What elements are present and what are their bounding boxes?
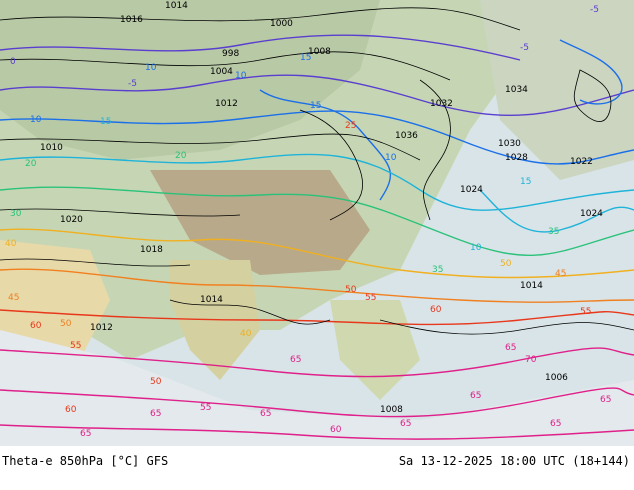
theta-label: 55: [365, 293, 376, 303]
theta-label: 0: [10, 57, 16, 67]
pressure-label: 1006: [545, 373, 568, 383]
theta-label: -5: [520, 43, 529, 53]
theta-label: 70: [525, 355, 537, 365]
theta-label: 15: [100, 117, 111, 127]
pressure-label: 1012: [215, 99, 238, 109]
pressure-label: 1008: [308, 47, 331, 57]
pressure-label: 1014: [165, 1, 188, 11]
map-title: Theta-e 850hPa [°C] GFS: [2, 454, 169, 468]
pressure-label: 1014: [520, 281, 543, 291]
pressure-label: 1014: [200, 295, 223, 305]
map-canvas: 1016 1014 1000 998 1004 1008 1012 1010 1…: [0, 0, 634, 446]
theta-label: 15: [310, 101, 321, 111]
pressure-label: 1028: [505, 153, 528, 163]
theta-label: 40: [5, 239, 17, 249]
pressure-label: 1004: [210, 67, 233, 77]
map-footer: Theta-e 850hPa [°C] GFS Sa 13-12-2025 18…: [0, 446, 634, 490]
pressure-label: 1010: [40, 143, 63, 153]
theta-label: 65: [290, 355, 301, 365]
theta-label: 50: [60, 319, 72, 329]
theta-label: 10: [145, 63, 157, 73]
theta-label: 20: [175, 151, 187, 161]
theta-label: 65: [470, 391, 481, 401]
pressure-label: 1030: [498, 139, 521, 149]
theta-label: 65: [550, 419, 561, 429]
theta-label: 55: [580, 307, 591, 317]
pressure-label: 1032: [430, 99, 453, 109]
pressure-label: 1024: [580, 209, 603, 219]
pressure-label: 1008: [380, 405, 403, 415]
theta-label: 35: [548, 227, 559, 237]
theta-label: 60: [430, 305, 442, 315]
pressure-label: 1018: [140, 245, 163, 255]
theta-label: 50: [150, 377, 162, 387]
pressure-label: 1012: [90, 323, 113, 333]
pressure-label: 1036: [395, 131, 418, 141]
theta-label: 10: [30, 115, 42, 125]
theta-label: 25: [345, 121, 356, 131]
pressure-label: 998: [222, 49, 239, 59]
theta-label: 20: [25, 159, 37, 169]
theta-label: -5: [128, 79, 137, 89]
pressure-label: 1024: [460, 185, 483, 195]
pressure-label: 1034: [505, 85, 528, 95]
theta-label: 65: [400, 419, 411, 429]
theta-label: -5: [590, 5, 599, 15]
pressure-label: 1022: [570, 157, 593, 167]
theta-label: 50: [345, 285, 357, 295]
theta-label: 55: [200, 403, 211, 413]
pressure-label: 1016: [120, 15, 143, 25]
theta-label: 65: [260, 409, 271, 419]
theta-label: 55: [70, 341, 81, 351]
theta-label: 15: [520, 177, 531, 187]
theta-label: 50: [500, 259, 512, 269]
theta-label: 35: [432, 265, 443, 275]
theta-label: 45: [555, 269, 566, 279]
theta-label: 45: [8, 293, 19, 303]
theta-label: 60: [330, 425, 342, 435]
theta-label: 65: [150, 409, 161, 419]
theta-label: 10: [235, 71, 247, 81]
pressure-label: 1000: [270, 19, 293, 29]
theta-label: 40: [240, 329, 252, 339]
theta-label: 60: [30, 321, 42, 331]
theta-label: 10: [385, 153, 397, 163]
weather-map: 1016 1014 1000 998 1004 1008 1012 1010 1…: [0, 0, 634, 446]
theta-label: 30: [10, 209, 22, 219]
theta-label: 15: [300, 53, 311, 63]
theta-label: 65: [600, 395, 611, 405]
map-timestamp: Sa 13-12-2025 18:00 UTC (18+144): [398, 454, 630, 468]
theta-label: 65: [505, 343, 516, 353]
theta-label: 65: [80, 429, 91, 439]
theta-label: 60: [65, 405, 77, 415]
theta-label: 10: [470, 243, 482, 253]
pressure-label: 1020: [60, 215, 83, 225]
